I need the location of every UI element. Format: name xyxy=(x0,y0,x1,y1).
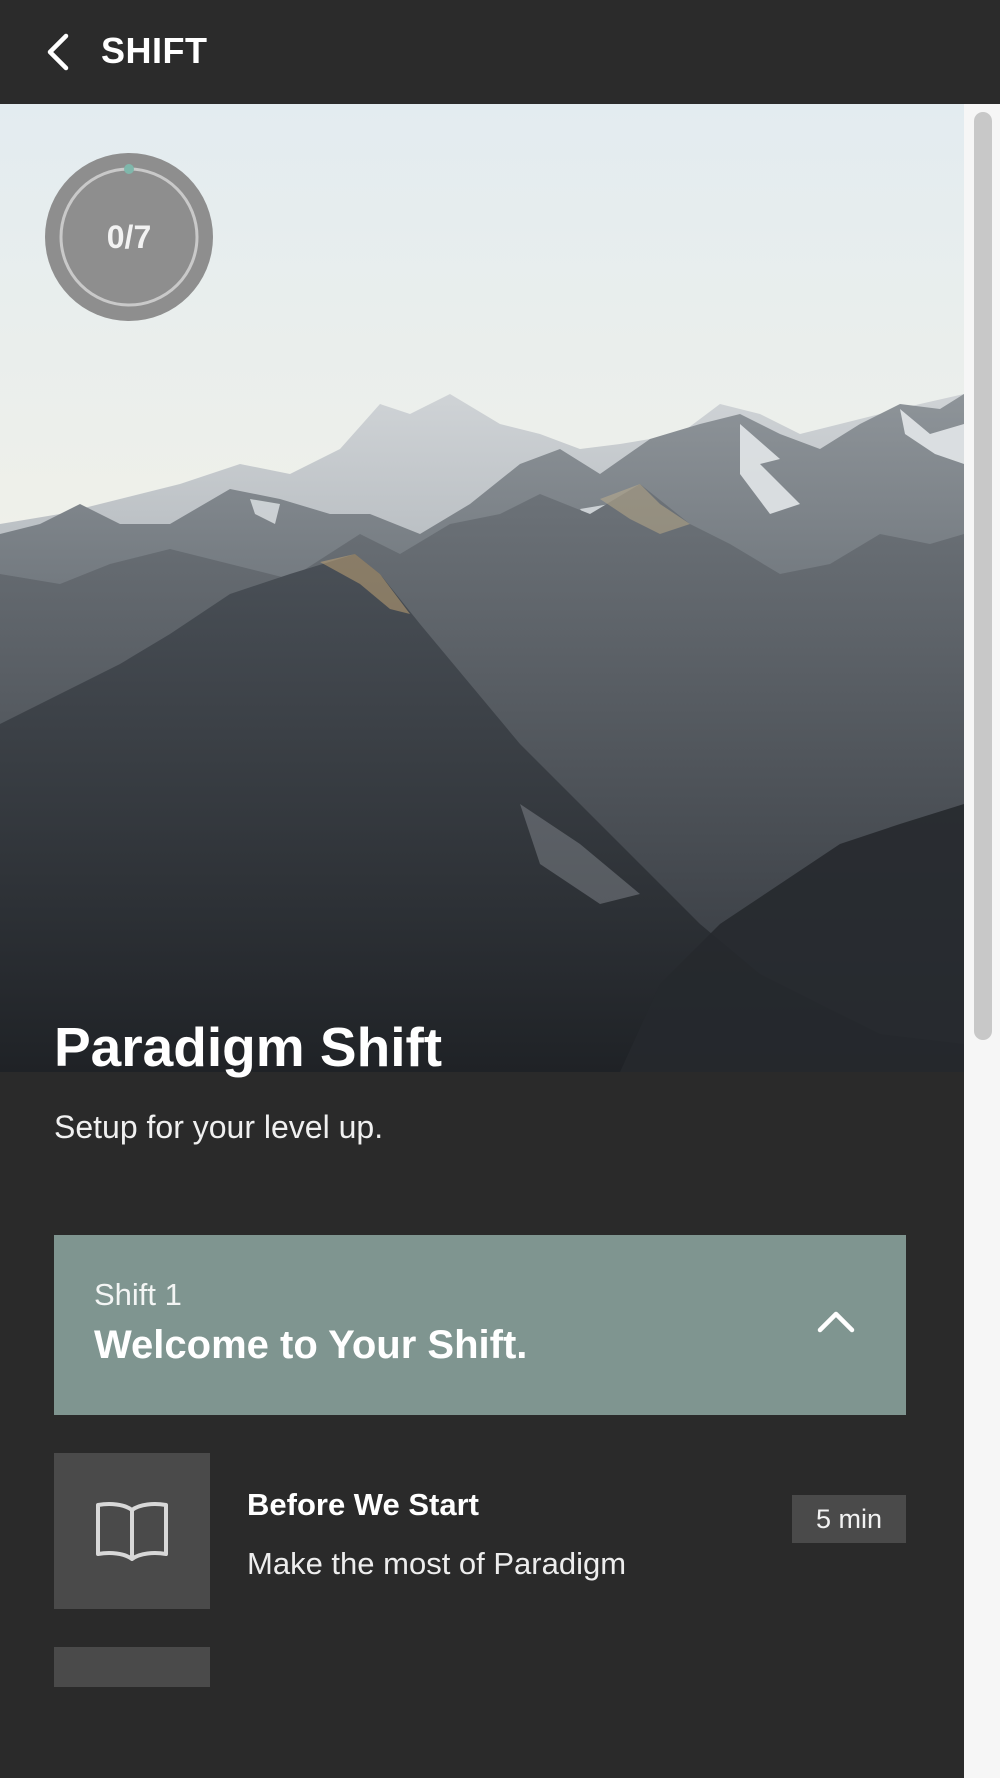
top-app-bar: SHIFT xyxy=(0,0,1000,104)
lesson-title: Before We Start xyxy=(247,1487,479,1522)
chevron-left-icon[interactable] xyxy=(42,32,72,72)
next-lesson-thumbnail[interactable] xyxy=(54,1647,210,1687)
lesson-item[interactable]: Before We Start Make the most of Paradig… xyxy=(54,1453,906,1609)
app-title: SHIFT xyxy=(101,30,208,71)
chevron-up-icon[interactable] xyxy=(816,1301,856,1341)
section-header-shift-1[interactable]: Shift 1 Welcome to Your Shift. xyxy=(54,1235,906,1415)
duration-badge: 5 min xyxy=(792,1495,906,1543)
hero-image: 0/7 xyxy=(0,104,964,1072)
lesson-description: Make the most of Paradigm xyxy=(247,1546,627,1581)
course-subtitle: Setup for your level up. xyxy=(54,1109,384,1145)
section-title: Welcome to Your Shift. xyxy=(94,1323,528,1367)
scrollbar-thumb[interactable] xyxy=(974,112,992,1040)
lesson-thumbnail xyxy=(54,1453,210,1609)
section-label: Shift 1 xyxy=(94,1277,182,1312)
course-title: Paradigm Shift xyxy=(54,1016,443,1078)
progress-count: 0/7 xyxy=(106,218,152,255)
book-open-icon xyxy=(96,1502,168,1561)
course-content: 0/7 Paradigm Shift Setup for your level … xyxy=(0,104,964,1778)
